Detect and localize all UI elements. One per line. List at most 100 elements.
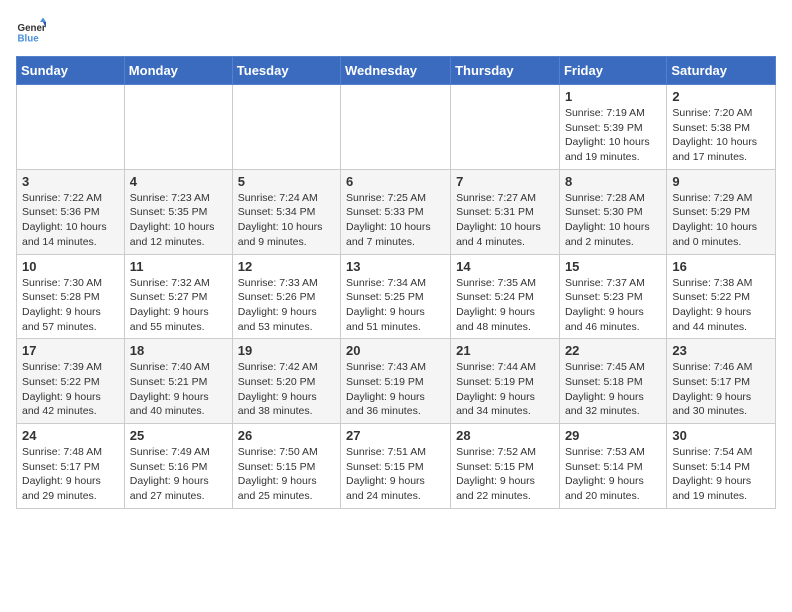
day-header-saturday: Saturday [667, 57, 776, 85]
calendar-cell [232, 85, 340, 170]
day-info: Sunrise: 7:39 AM Sunset: 5:22 PM Dayligh… [22, 360, 119, 419]
day-info: Sunrise: 7:19 AM Sunset: 5:39 PM Dayligh… [565, 106, 661, 165]
calendar-cell: 22 Sunrise: 7:45 AM Sunset: 5:18 PM Dayli… [559, 339, 666, 424]
day-info: Sunrise: 7:48 AM Sunset: 5:17 PM Dayligh… [22, 445, 119, 504]
calendar-cell: 9 Sunrise: 7:29 AM Sunset: 5:29 PM Daylig… [667, 169, 776, 254]
day-number: 28 [456, 428, 554, 443]
day-info: Sunrise: 7:30 AM Sunset: 5:28 PM Dayligh… [22, 276, 119, 335]
day-info: Sunrise: 7:29 AM Sunset: 5:29 PM Dayligh… [672, 191, 770, 250]
calendar-cell [451, 85, 560, 170]
calendar-cell: 6 Sunrise: 7:25 AM Sunset: 5:33 PM Daylig… [341, 169, 451, 254]
calendar-cell: 15Sunrise: 7:37 AM Sunset: 5:23 PM Dayli… [559, 254, 666, 339]
day-number: 5 [238, 174, 335, 189]
calendar-cell: 30 Sunrise: 7:54 AM Sunset: 5:14 PM Dayli… [667, 424, 776, 509]
calendar-cell: 8Sunrise: 7:28 AM Sunset: 5:30 PM Daylig… [559, 169, 666, 254]
day-info: Sunrise: 7:42 AM Sunset: 5:20 PM Dayligh… [238, 360, 335, 419]
day-info: Sunrise: 7:44 AM Sunset: 5:19 PM Dayligh… [456, 360, 554, 419]
svg-text:Blue: Blue [18, 34, 40, 45]
day-info: Sunrise: 7:52 AM Sunset: 5:15 PM Dayligh… [456, 445, 554, 504]
day-number: 25 [130, 428, 227, 443]
week-row-4: 17 Sunrise: 7:39 AM Sunset: 5:22 PM Dayli… [17, 339, 776, 424]
day-header-friday: Friday [559, 57, 666, 85]
week-row-1: 1 Sunrise: 7:19 AM Sunset: 5:39 PM Daylig… [17, 85, 776, 170]
day-number: 22 [565, 343, 661, 358]
day-number: 2 [672, 89, 770, 104]
calendar-cell: 11 Sunrise: 7:32 AM Sunset: 5:27 PM Dayli… [124, 254, 232, 339]
day-number: 4 [130, 174, 227, 189]
calendar-cell: 21 Sunrise: 7:44 AM Sunset: 5:19 PM Dayli… [451, 339, 560, 424]
calendar-cell: 1 Sunrise: 7:19 AM Sunset: 5:39 PM Daylig… [559, 85, 666, 170]
day-info: Sunrise: 7:33 AM Sunset: 5:26 PM Dayligh… [238, 276, 335, 335]
day-info: Sunrise: 7:23 AM Sunset: 5:35 PM Dayligh… [130, 191, 227, 250]
day-number: 13 [346, 259, 445, 274]
calendar-cell: 2 Sunrise: 7:20 AM Sunset: 5:38 PM Daylig… [667, 85, 776, 170]
calendar-cell: 14 Sunrise: 7:35 AM Sunset: 5:24 PM Dayli… [451, 254, 560, 339]
day-number: 3 [22, 174, 119, 189]
day-number: 23 [672, 343, 770, 358]
day-header-tuesday: Tuesday [232, 57, 340, 85]
week-row-3: 10 Sunrise: 7:30 AM Sunset: 5:28 PM Dayli… [17, 254, 776, 339]
day-number: 16 [672, 259, 770, 274]
calendar-cell: 7 Sunrise: 7:27 AM Sunset: 5:31 PM Daylig… [451, 169, 560, 254]
logo-icon: General Blue [16, 16, 46, 46]
day-number: 21 [456, 343, 554, 358]
day-number: 30 [672, 428, 770, 443]
day-info: Sunrise: 7:28 AM Sunset: 5:30 PM Dayligh… [565, 191, 661, 250]
day-number: 17 [22, 343, 119, 358]
day-info: Sunrise: 7:34 AM Sunset: 5:25 PM Dayligh… [346, 276, 445, 335]
calendar-cell: 23 Sunrise: 7:46 AM Sunset: 5:17 PM Dayli… [667, 339, 776, 424]
day-number: 11 [130, 259, 227, 274]
day-number: 15 [565, 259, 661, 274]
day-info: Sunrise: 7:40 AM Sunset: 5:21 PM Dayligh… [130, 360, 227, 419]
day-number: 20 [346, 343, 445, 358]
calendar-header-row: SundayMondayTuesdayWednesdayThursdayFrid… [17, 57, 776, 85]
calendar-cell: 29 Sunrise: 7:53 AM Sunset: 5:14 PM Dayli… [559, 424, 666, 509]
day-header-monday: Monday [124, 57, 232, 85]
day-number: 12 [238, 259, 335, 274]
calendar-cell: 24 Sunrise: 7:48 AM Sunset: 5:17 PM Dayli… [17, 424, 125, 509]
calendar-cell: 19 Sunrise: 7:42 AM Sunset: 5:20 PM Dayli… [232, 339, 340, 424]
day-info: Sunrise: 7:25 AM Sunset: 5:33 PM Dayligh… [346, 191, 445, 250]
day-info: Sunrise: 7:45 AM Sunset: 5:18 PM Dayligh… [565, 360, 661, 419]
day-info: Sunrise: 7:24 AM Sunset: 5:34 PM Dayligh… [238, 191, 335, 250]
calendar-cell: 12 Sunrise: 7:33 AM Sunset: 5:26 PM Dayli… [232, 254, 340, 339]
calendar: SundayMondayTuesdayWednesdayThursdayFrid… [16, 56, 776, 509]
page-header: General Blue [16, 16, 776, 46]
day-number: 27 [346, 428, 445, 443]
calendar-cell: 28 Sunrise: 7:52 AM Sunset: 5:15 PM Dayli… [451, 424, 560, 509]
calendar-cell [17, 85, 125, 170]
calendar-cell: 13 Sunrise: 7:34 AM Sunset: 5:25 PM Dayli… [341, 254, 451, 339]
calendar-cell: 20Sunrise: 7:43 AM Sunset: 5:19 PM Dayli… [341, 339, 451, 424]
calendar-cell: 26Sunrise: 7:50 AM Sunset: 5:15 PM Dayli… [232, 424, 340, 509]
calendar-cell: 5 Sunrise: 7:24 AM Sunset: 5:34 PM Daylig… [232, 169, 340, 254]
day-number: 29 [565, 428, 661, 443]
day-number: 7 [456, 174, 554, 189]
calendar-cell: 25 Sunrise: 7:49 AM Sunset: 5:16 PM Dayli… [124, 424, 232, 509]
day-number: 6 [346, 174, 445, 189]
day-info: Sunrise: 7:35 AM Sunset: 5:24 PM Dayligh… [456, 276, 554, 335]
day-number: 1 [565, 89, 661, 104]
day-number: 10 [22, 259, 119, 274]
day-info: Sunrise: 7:53 AM Sunset: 5:14 PM Dayligh… [565, 445, 661, 504]
calendar-cell: 16 Sunrise: 7:38 AM Sunset: 5:22 PM Dayli… [667, 254, 776, 339]
day-info: Sunrise: 7:38 AM Sunset: 5:22 PM Dayligh… [672, 276, 770, 335]
day-header-thursday: Thursday [451, 57, 560, 85]
day-info: Sunrise: 7:54 AM Sunset: 5:14 PM Dayligh… [672, 445, 770, 504]
day-info: Sunrise: 7:46 AM Sunset: 5:17 PM Dayligh… [672, 360, 770, 419]
day-number: 24 [22, 428, 119, 443]
day-info: Sunrise: 7:49 AM Sunset: 5:16 PM Dayligh… [130, 445, 227, 504]
week-row-2: 3Sunrise: 7:22 AM Sunset: 5:36 PM Daylig… [17, 169, 776, 254]
day-info: Sunrise: 7:27 AM Sunset: 5:31 PM Dayligh… [456, 191, 554, 250]
day-info: Sunrise: 7:20 AM Sunset: 5:38 PM Dayligh… [672, 106, 770, 165]
calendar-cell: 10 Sunrise: 7:30 AM Sunset: 5:28 PM Dayli… [17, 254, 125, 339]
day-number: 14 [456, 259, 554, 274]
day-info: Sunrise: 7:32 AM Sunset: 5:27 PM Dayligh… [130, 276, 227, 335]
calendar-cell [124, 85, 232, 170]
day-number: 19 [238, 343, 335, 358]
svg-text:General: General [18, 23, 47, 34]
day-info: Sunrise: 7:50 AM Sunset: 5:15 PM Dayligh… [238, 445, 335, 504]
calendar-cell: 27Sunrise: 7:51 AM Sunset: 5:15 PM Dayli… [341, 424, 451, 509]
week-row-5: 24 Sunrise: 7:48 AM Sunset: 5:17 PM Dayli… [17, 424, 776, 509]
day-number: 9 [672, 174, 770, 189]
calendar-cell: 18Sunrise: 7:40 AM Sunset: 5:21 PM Dayli… [124, 339, 232, 424]
